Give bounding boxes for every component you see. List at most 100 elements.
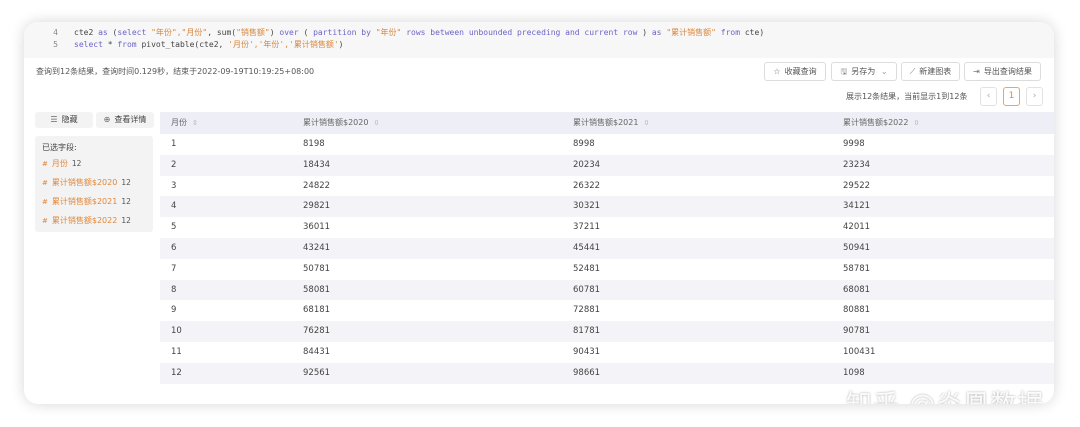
field-name: 累计销售额$2021: [51, 197, 118, 206]
results-table: 月份 ⇳ 累计销售额$2020 ⇳ 累计销售额$2021 ⇳ 累计销售额$2022 ⇳ 1 81…: [160, 112, 1054, 384]
field-name: 累计销售额$2022: [51, 216, 118, 225]
page-1-button[interactable]: 1: [1003, 87, 1020, 106]
selected-fields-panel: 已选字段: # 月份 12 # 累计销售额$2020 12 # 累计销售额$2021 12 # 累计…: [35, 136, 153, 232]
table-cell: 81781: [573, 326, 601, 337]
table-cell: 43241: [303, 242, 331, 253]
table-cell: 9998: [843, 139, 865, 149]
code-token: select: [117, 28, 147, 37]
table-row: 11 84431 90431 100431: [160, 342, 1054, 363]
table-cell: 76281: [303, 326, 331, 337]
field-item[interactable]: # 累计销售额$2021 12: [42, 196, 131, 207]
field-item[interactable]: # 累计销售额$2022 12: [42, 215, 131, 226]
view-details-label: 查看详情: [114, 115, 147, 124]
export-results-button[interactable]: ⇥ 导出查询结果: [964, 62, 1041, 81]
code-token: over: [279, 28, 299, 37]
column-header[interactable]: 累计销售额$2022 ⇳: [843, 112, 919, 134]
code-token: cte2: [74, 28, 99, 37]
chevron-down-icon: ⌄: [880, 67, 888, 76]
column-title: 累计销售额$2020: [303, 118, 369, 127]
table-cell: 3: [171, 180, 177, 191]
table-cell: 36011: [303, 222, 331, 233]
table-row: 9 68181 72881 80881: [160, 300, 1054, 321]
number-field-icon: #: [42, 160, 48, 168]
table-row: 10 76281 81781 90781: [160, 321, 1054, 342]
table-cell: 34121: [843, 201, 871, 212]
chart-icon: ⟋: [909, 67, 916, 76]
save-as-button[interactable]: 🖫 另存为 ⌄: [831, 62, 897, 81]
new-chart-button[interactable]: ⟋ 新建图表: [901, 62, 960, 81]
table-cell: 45441: [573, 242, 601, 253]
watermark: 知乎 @炎凰数据: [846, 384, 1044, 404]
selected-fields-title: 已选字段:: [42, 143, 77, 152]
sql-editor[interactable]: 4 cte2 as (select "年份","月份", sum("销售额") …: [24, 22, 1054, 58]
table-row: 8 58081 60781 68081: [160, 279, 1054, 301]
table-cell: 6: [171, 242, 177, 253]
table-cell: 30321: [573, 201, 601, 212]
table-row: 4 29821 30321 34121: [160, 196, 1054, 218]
code-token: (: [298, 28, 314, 37]
table-cell: 8: [171, 284, 177, 295]
favorite-query-button[interactable]: ☆ 收藏查询: [764, 62, 826, 81]
table-cell: 68181: [303, 305, 331, 316]
code-token: select: [74, 40, 103, 49]
table-cell: 5: [171, 222, 177, 233]
sort-icon[interactable]: ⇳: [373, 119, 379, 127]
table-cell: 98661: [573, 367, 601, 378]
table-row: 6 43241 45441 50941: [160, 237, 1054, 259]
code-token: from: [117, 40, 137, 49]
view-details-button[interactable]: ⊕ 查看详情: [96, 112, 154, 128]
table-cell: 10: [171, 326, 182, 337]
code-token: from: [720, 28, 741, 37]
code-token: partition by: [313, 28, 371, 37]
table-cell: 26322: [573, 180, 601, 191]
table-row: 1 8198 8998 9998: [160, 134, 1054, 155]
sort-icon[interactable]: ⇳: [913, 119, 919, 127]
table-cell: 50781: [303, 263, 331, 274]
field-item[interactable]: # 月份 12: [42, 158, 81, 169]
table-cell: 52481: [573, 263, 601, 274]
query-result-panel: 4 cte2 as (select "年份","月份", sum("销售额") …: [24, 22, 1054, 404]
column-title: 月份: [171, 118, 187, 127]
code-token: "累计销售额": [666, 28, 716, 37]
sort-icon[interactable]: ⇳: [643, 119, 649, 127]
table-cell: 80881: [843, 305, 871, 316]
favorite-query-label: 收藏查询: [784, 67, 817, 76]
field-item[interactable]: # 累计销售额$2020 12: [42, 177, 131, 188]
line-number: 4: [53, 28, 58, 37]
table-cell: 23234: [843, 159, 871, 170]
code-token: ): [269, 28, 280, 37]
next-page-button[interactable]: ›: [1026, 87, 1043, 106]
code-text: select * from pivot_table(cte2, '月份','年份…: [74, 39, 344, 51]
table-cell: 9: [171, 305, 177, 316]
table-row: 7 50781 52481 58781: [160, 259, 1054, 280]
table-header: 月份 ⇳ 累计销售额$2020 ⇳ 累计销售额$2021 ⇳ 累计销售额$2022 ⇳: [160, 112, 1054, 134]
code-token: '月份','年份','累计销售额': [228, 40, 339, 49]
table-row: 3 24822 26322 29522: [160, 176, 1054, 197]
table-cell: 90781: [843, 326, 871, 337]
column-header[interactable]: 累计销售额$2021 ⇳: [573, 112, 649, 134]
sort-icon[interactable]: ⇳: [192, 119, 198, 127]
table-cell: 1098: [843, 367, 865, 378]
table-cell: 12: [171, 367, 182, 378]
code-token: as: [98, 28, 108, 37]
table-cell: 24822: [303, 180, 331, 191]
code-token: "年份": [375, 28, 402, 37]
table-cell: 100431: [843, 346, 876, 357]
table-cell: 2: [171, 159, 177, 170]
prev-page-button[interactable]: ‹: [980, 87, 997, 106]
hide-fields-button[interactable]: ☰ 隐藏: [35, 112, 93, 128]
list-icon: ☰: [50, 115, 58, 124]
table-cell: 60781: [573, 284, 601, 295]
pagination-summary: 展示12条结果，当前显示1到12条: [846, 92, 968, 101]
column-header[interactable]: 累计销售额$2020 ⇳: [303, 112, 379, 134]
field-count: 12: [121, 216, 131, 225]
table-cell: 4: [171, 201, 177, 212]
code-token: "年份","月份": [151, 28, 208, 37]
column-title: 累计销售额$2022: [843, 118, 909, 127]
field-name: 累计销售额$2020: [51, 178, 118, 187]
column-header[interactable]: 月份 ⇳: [171, 112, 198, 134]
table-cell: 58781: [843, 263, 871, 274]
table-cell: 1: [171, 139, 177, 149]
number-field-icon: #: [42, 217, 48, 225]
table-row: 5 36011 37211 42011: [160, 217, 1054, 238]
